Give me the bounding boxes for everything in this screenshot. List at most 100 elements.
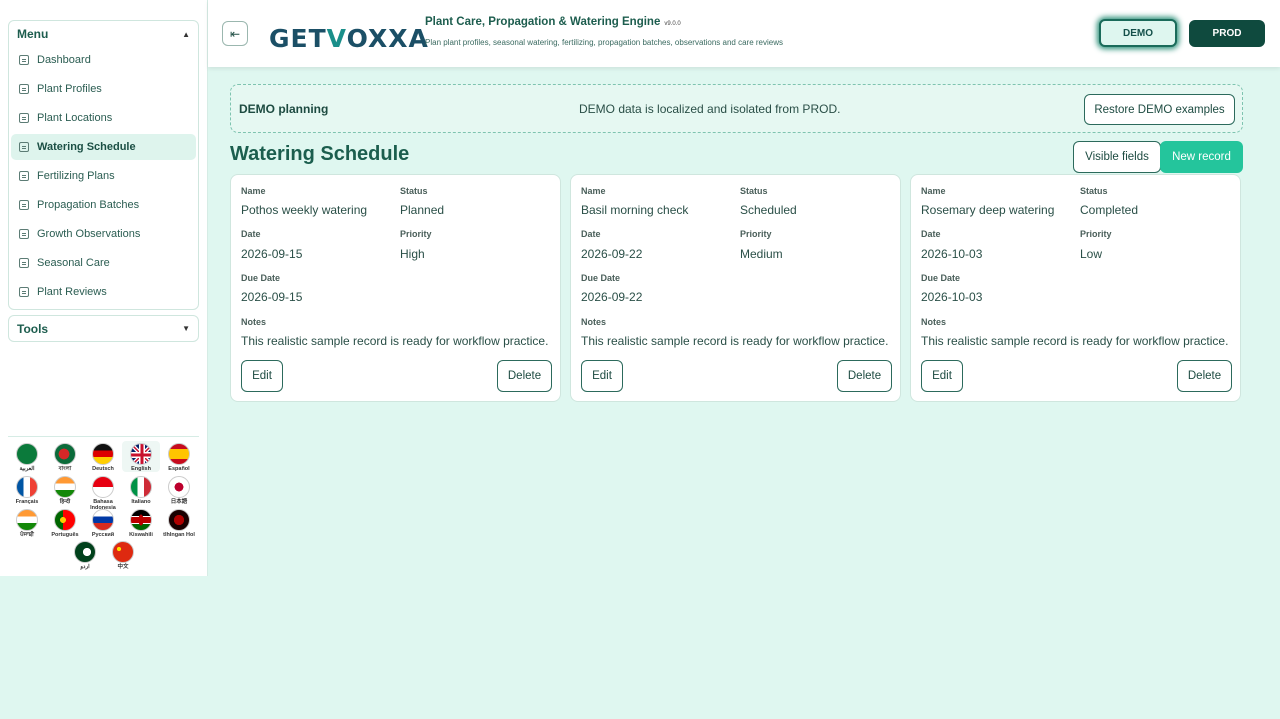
sidebar-item-propagation-batches[interactable]: Propagation Batches — [11, 192, 196, 218]
language-urdu[interactable]: اردو — [66, 541, 104, 570]
priority-value: Low — [1080, 247, 1103, 261]
notes-value: This realistic sample record is ready fo… — [921, 334, 1229, 348]
list-icon — [19, 200, 29, 210]
flag-cn-icon — [112, 541, 134, 563]
language-swahili[interactable]: Kiswahili — [122, 509, 160, 538]
edit-button[interactable]: Edit — [241, 360, 283, 392]
language-klingon[interactable]: tlhIngan Hol — [160, 509, 198, 538]
record-card: Name Basil morning check Status Schedule… — [570, 174, 901, 402]
sidebar-item-label: Plant Locations — [37, 112, 113, 124]
logo-text-a: GET — [269, 24, 327, 53]
language-french[interactable]: Français — [8, 476, 46, 505]
sidebar-item-label: Plant Reviews — [37, 286, 107, 298]
delete-button[interactable]: Delete — [1177, 360, 1232, 392]
sidebar-item-label: Propagation Batches — [37, 199, 140, 211]
priority-label: Priority — [1080, 229, 1112, 239]
prod-mode-button[interactable]: PROD — [1189, 20, 1265, 47]
date-value: 2026-09-22 — [581, 247, 643, 261]
language-punjabi[interactable]: ਪੰਜਾਬੀ — [8, 509, 46, 538]
sidebar-item-seasonal-care[interactable]: Seasonal Care — [11, 250, 196, 276]
list-icon — [19, 258, 29, 268]
visible-fields-button[interactable]: Visible fields — [1073, 141, 1161, 173]
demo-banner: DEMO planning DEMO data is localized and… — [230, 84, 1243, 133]
due-date-label: Due Date — [921, 273, 961, 283]
flag-gb-icon — [130, 443, 152, 465]
sidebar-item-growth-observations[interactable]: Growth Observations — [11, 221, 196, 247]
sidebar-toggle-button[interactable]: ⇤ — [222, 21, 248, 46]
edit-button[interactable]: Edit — [921, 360, 963, 392]
list-icon — [19, 55, 29, 65]
new-record-button[interactable]: New record — [1160, 141, 1243, 173]
menu-header[interactable]: Menu ▲ — [9, 21, 198, 47]
language-hindi[interactable]: हिन्दी — [46, 476, 84, 505]
due-date-value: 2026-09-22 — [581, 290, 643, 304]
date-label: Date — [921, 229, 941, 239]
flag-jp-icon — [168, 476, 190, 498]
sidebar-item-plant-reviews[interactable]: Plant Reviews — [11, 279, 196, 305]
due-date-value: 2026-09-15 — [241, 290, 303, 304]
language-bengali[interactable]: বাংলা — [46, 443, 84, 472]
notes-label: Notes — [581, 317, 607, 327]
delete-button[interactable]: Delete — [497, 360, 552, 392]
flag-fr-icon — [16, 476, 38, 498]
chevron-up-icon[interactable]: ▲ — [182, 30, 190, 39]
date-label: Date — [241, 229, 261, 239]
language-arabic[interactable]: العربية — [8, 443, 46, 472]
language-english[interactable]: English — [122, 441, 160, 472]
flag-bd-icon — [54, 443, 76, 465]
priority-value: High — [400, 247, 425, 261]
status-label: Status — [400, 186, 428, 196]
delete-button[interactable]: Delete — [837, 360, 892, 392]
priority-label: Priority — [740, 229, 772, 239]
status-label: Status — [740, 186, 768, 196]
list-icon — [19, 142, 29, 152]
name-value: Pothos weekly watering — [241, 203, 368, 217]
notes-value: This realistic sample record is ready fo… — [241, 334, 549, 348]
flag-in-icon — [54, 476, 76, 498]
language-italian[interactable]: Italiano — [122, 476, 160, 505]
flag-in-icon — [16, 509, 38, 531]
sidebar-item-fertilizing-plans[interactable]: Fertilizing Plans — [11, 163, 196, 189]
banner-message: DEMO data is localized and isolated from… — [579, 102, 841, 116]
menu-panel: Menu ▲ Dashboard Plant Profiles Plant Lo… — [8, 20, 199, 310]
restore-demo-button[interactable]: Restore DEMO examples — [1084, 94, 1235, 125]
language-indonesian[interactable]: Bahasa Indonesia — [84, 476, 122, 511]
sidebar-item-plant-profiles[interactable]: Plant Profiles — [11, 76, 196, 102]
language-spanish[interactable]: Español — [160, 443, 198, 472]
list-icon — [19, 113, 29, 123]
flag-de-icon — [92, 443, 114, 465]
sidebar-item-dashboard[interactable]: Dashboard — [11, 47, 196, 73]
chevron-down-icon[interactable]: ▼ — [182, 324, 190, 333]
sidebar-item-label: Seasonal Care — [37, 257, 110, 269]
name-value: Basil morning check — [581, 203, 689, 217]
list-icon — [19, 287, 29, 297]
demo-mode-button[interactable]: DEMO — [1099, 19, 1177, 47]
tools-panel-header[interactable]: Tools ▼ — [8, 315, 199, 342]
language-russian[interactable]: Русский — [84, 509, 122, 538]
flag-sa-icon — [16, 443, 38, 465]
language-chinese[interactable]: 中文 — [104, 541, 142, 570]
name-label: Name — [921, 186, 946, 196]
logo-text-c: OXXA — [346, 24, 429, 53]
notes-value: This realistic sample record is ready fo… — [581, 334, 889, 348]
flag-es-icon — [168, 443, 190, 465]
priority-value: Medium — [740, 247, 783, 261]
date-label: Date — [581, 229, 601, 239]
logo: GETVOXXA — [269, 24, 429, 53]
sidebar-item-label: Dashboard — [37, 54, 91, 66]
list-icon — [19, 229, 29, 239]
sidebar: Menu ▲ Dashboard Plant Profiles Plant Lo… — [0, 0, 208, 576]
sidebar-item-watering-schedule[interactable]: Watering Schedule — [11, 134, 196, 160]
language-german[interactable]: Deutsch — [84, 443, 122, 472]
sidebar-item-plant-locations[interactable]: Plant Locations — [11, 105, 196, 131]
tools-title: Tools — [17, 321, 49, 336]
app-title: Plant Care, Propagation & Watering Engin… — [425, 16, 681, 28]
status-label: Status — [1080, 186, 1108, 196]
app-header: ⇤ GETVOXXA Plant Care, Propagation & Wat… — [208, 0, 1280, 67]
flag-pt-icon — [54, 509, 76, 531]
language-portuguese[interactable]: Português — [46, 509, 84, 538]
language-japanese[interactable]: 日本語 — [160, 476, 198, 505]
flag-pk-icon — [74, 541, 96, 563]
status-value: Planned — [400, 203, 445, 217]
edit-button[interactable]: Edit — [581, 360, 623, 392]
